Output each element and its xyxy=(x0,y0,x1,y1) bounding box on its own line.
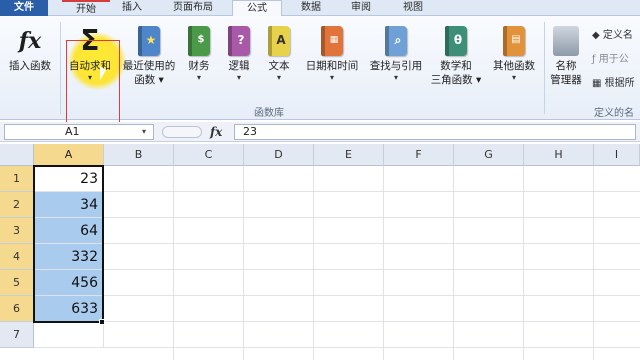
row-header-4[interactable]: 4 xyxy=(0,244,34,270)
math-trig-label-1: 数学和 xyxy=(440,60,472,72)
ribbon-tab-bar: 文件 开始 插入 页面布局 公式 数据 审阅 视图 xyxy=(0,0,640,17)
text-button[interactable]: A 文本 ▾ xyxy=(262,26,296,82)
column-header-f[interactable]: F xyxy=(384,144,454,166)
column-header-e[interactable]: E xyxy=(314,144,384,166)
column-header-a[interactable]: A xyxy=(34,144,104,166)
formula-input[interactable]: 23 xyxy=(234,124,636,140)
chevron-down-icon[interactable]: ▾ xyxy=(300,73,364,82)
ribbon-separator xyxy=(544,22,545,114)
row-header-6[interactable]: 6 xyxy=(0,296,34,322)
column-header-i[interactable]: I xyxy=(594,144,640,166)
chevron-down-icon[interactable]: ▾ xyxy=(486,73,542,82)
cell-a6[interactable]: 633 xyxy=(34,296,103,322)
create-from-selection-label: 根据所 xyxy=(604,78,635,89)
row-header-2[interactable]: 2 xyxy=(0,192,34,218)
cell-a5[interactable]: 456 xyxy=(34,270,103,296)
math-book-icon: θ xyxy=(445,26,467,56)
select-all-corner[interactable] xyxy=(0,144,34,166)
annotation-box xyxy=(66,40,120,128)
tab-view[interactable]: 视图 xyxy=(390,0,436,16)
cell-a7[interactable] xyxy=(34,322,104,348)
define-name-label: 定义名 xyxy=(602,30,633,41)
logical-book-icon: ? xyxy=(228,26,250,56)
tab-page-layout[interactable]: 页面布局 xyxy=(158,0,228,16)
financial-book-icon: $ xyxy=(188,26,210,56)
chevron-down-icon[interactable]: ▾ xyxy=(142,124,146,140)
create-from-selection-button[interactable]: ▦ 根据所 xyxy=(592,74,635,89)
mouse-cursor-icon xyxy=(100,66,106,80)
formula-bar: A1 ▾ fx 23 xyxy=(0,122,640,142)
lookup-reference-button[interactable]: ⌕ 查找与引用 ▾ xyxy=(364,26,428,82)
math-trig-label-2: 三角函数 xyxy=(430,74,473,86)
formula-bar-splitter[interactable] xyxy=(162,126,202,138)
tag-icon: ◆ xyxy=(592,30,603,41)
name-manager-label-2: 管理器 xyxy=(550,74,582,86)
use-in-formula-button[interactable]: ƒ 用于公 xyxy=(592,50,629,65)
recently-used-label-2: 函数 xyxy=(134,74,156,86)
use-in-formula-label: 用于公 xyxy=(598,54,629,65)
fx-icon[interactable]: fx xyxy=(210,124,222,140)
name-manager-button[interactable]: 名称 管理器 xyxy=(546,26,586,87)
cell-a2[interactable]: 34 xyxy=(34,192,103,218)
row-header-7[interactable]: 7 xyxy=(0,322,34,348)
calendar-book-icon: ▦ xyxy=(321,26,343,56)
column-header-b[interactable]: B xyxy=(104,144,174,166)
fx-icon: fx xyxy=(18,28,42,54)
fill-handle[interactable] xyxy=(99,319,105,325)
tab-formulas[interactable]: 公式 xyxy=(232,0,282,17)
column-header-d[interactable]: D xyxy=(244,144,314,166)
chevron-down-icon[interactable]: ▾ xyxy=(182,73,216,82)
more-functions-book-icon: ▤ xyxy=(503,26,525,56)
insert-function-button[interactable]: fx 插入函数 xyxy=(4,26,56,73)
recently-used-label-1: 最近使用的 xyxy=(122,60,176,72)
column-header-h[interactable]: H xyxy=(524,144,594,166)
name-manager-icon xyxy=(553,26,579,56)
group-label-defined-names: 定义的名 xyxy=(594,108,634,119)
tab-home[interactable]: 开始 xyxy=(62,0,110,16)
insert-function-label: 插入函数 xyxy=(9,60,51,72)
chevron-down-icon[interactable]: ▾ xyxy=(222,73,256,82)
lookup-reference-label: 查找与引用 xyxy=(369,60,423,72)
more-functions-button[interactable]: ▤ 其他函数 ▾ xyxy=(486,26,542,82)
lookup-book-icon: ⌕ xyxy=(385,26,407,56)
star-book-icon: ★ xyxy=(138,26,160,56)
text-label: 文本 xyxy=(268,60,290,72)
ribbon-formulas: fx 插入函数 Σ 自动求和 ▾ ★ 最近使用的 函数 ▾ $ 财务 ▾ ? 逻… xyxy=(0,16,640,128)
text-book-icon: A xyxy=(268,26,290,56)
worksheet-grid: A B C D E F G H I 1 2 3 4 5 6 7 23 34 64… xyxy=(0,144,640,360)
logical-button[interactable]: ? 逻辑 ▾ xyxy=(222,26,256,82)
tab-file[interactable]: 文件 xyxy=(0,0,48,16)
financial-button[interactable]: $ 财务 ▾ xyxy=(182,26,216,82)
financial-label: 财务 xyxy=(188,60,210,72)
define-name-button[interactable]: ◆ 定义名 xyxy=(592,26,633,41)
gridlines xyxy=(104,166,640,360)
tab-data[interactable]: 数据 xyxy=(288,0,334,16)
date-time-button[interactable]: ▦ 日期和时间 ▾ xyxy=(300,26,364,82)
recently-used-button[interactable]: ★ 最近使用的 函数 ▾ xyxy=(118,26,180,87)
chevron-down-icon[interactable]: ▾ xyxy=(364,73,428,82)
date-time-label: 日期和时间 xyxy=(305,60,359,72)
tab-review[interactable]: 审阅 xyxy=(338,0,384,16)
row-header-5[interactable]: 5 xyxy=(0,270,34,296)
name-box[interactable]: A1 xyxy=(4,124,154,140)
row-header-1[interactable]: 1 xyxy=(0,166,34,192)
chevron-down-icon[interactable]: ▾ xyxy=(159,74,164,86)
group-label-function-library: 函数库 xyxy=(254,108,284,119)
column-header-c[interactable]: C xyxy=(174,144,244,166)
math-trig-button[interactable]: θ 数学和 三角函数 ▾ xyxy=(428,26,484,87)
cell-a1[interactable]: 23 xyxy=(34,166,103,192)
name-manager-label-1: 名称 xyxy=(555,60,577,72)
table-icon: ▦ xyxy=(592,78,605,89)
more-functions-label: 其他函数 xyxy=(493,60,535,72)
chevron-down-icon[interactable]: ▾ xyxy=(262,73,296,82)
row-header-3[interactable]: 3 xyxy=(0,218,34,244)
cell-a4[interactable]: 332 xyxy=(34,244,103,270)
ribbon-separator xyxy=(60,22,61,114)
column-header-g[interactable]: G xyxy=(454,144,524,166)
cell-a3[interactable]: 64 xyxy=(34,218,103,244)
tab-insert[interactable]: 插入 xyxy=(112,0,152,16)
chevron-down-icon[interactable]: ▾ xyxy=(476,74,481,86)
formula-icon: ƒ xyxy=(592,54,599,65)
logical-label: 逻辑 xyxy=(228,60,250,72)
